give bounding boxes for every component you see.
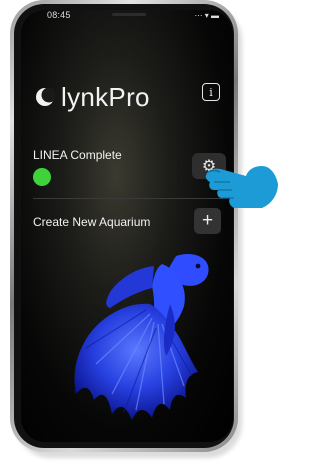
info-button[interactable]: i bbox=[202, 83, 220, 101]
status-time: 08:45 bbox=[47, 10, 71, 20]
create-aquarium-label[interactable]: Create New Aquarium bbox=[33, 215, 150, 229]
divider bbox=[33, 198, 223, 199]
betta-fish-image bbox=[74, 254, 209, 420]
status-icons: ⋯ ▾ ▬ bbox=[194, 11, 219, 20]
info-icon: i bbox=[209, 85, 213, 99]
hand-pointer-icon bbox=[205, 166, 278, 208]
logo-icon bbox=[36, 87, 55, 106]
app-logo: lynkPro bbox=[35, 82, 150, 112]
add-aquarium-button[interactable]: + bbox=[194, 208, 221, 234]
device-name[interactable]: LINEA Complete bbox=[33, 148, 122, 162]
status-notch bbox=[112, 13, 146, 16]
plus-icon: + bbox=[201, 209, 214, 231]
logo-text: lynkPro bbox=[61, 81, 150, 112]
status-bar: 08:45 ⋯ ▾ ▬ bbox=[21, 10, 233, 24]
app-screen: 08:45 ⋯ ▾ ▬ lynkPro i LINEA Complete ⚙ C… bbox=[21, 10, 233, 442]
status-indicator bbox=[33, 168, 51, 186]
